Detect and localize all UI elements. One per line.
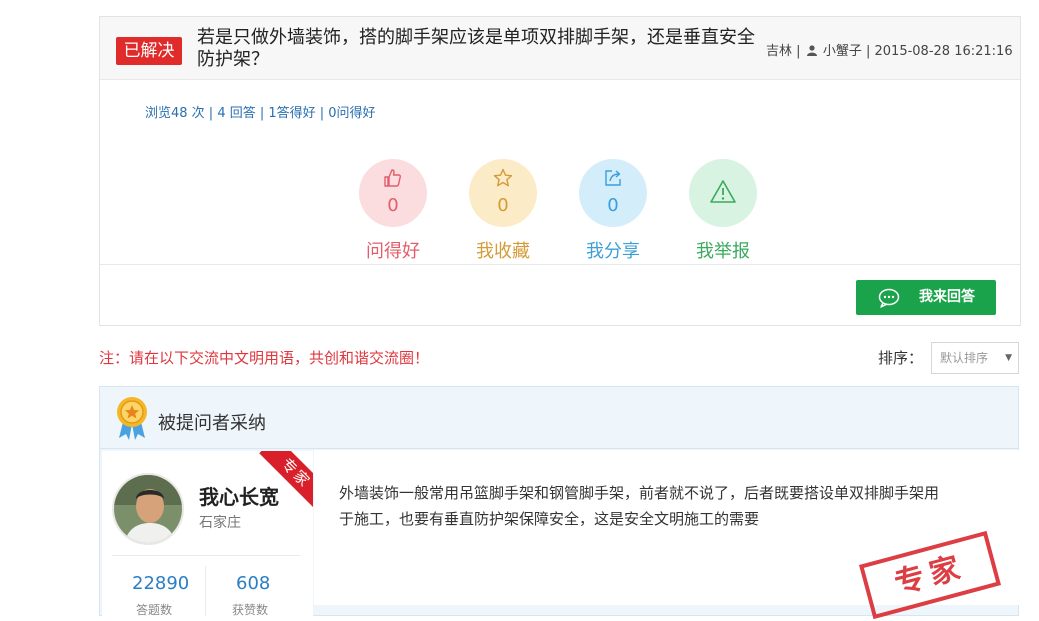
chevron-down-icon: ▼ [1005, 353, 1012, 363]
stat-divider [205, 566, 206, 616]
report-label[interactable]: 我举报 [678, 237, 768, 263]
asker-name[interactable]: 小蟹子 [823, 44, 862, 59]
question-datetime: 2015-08-28 16:21:16 [874, 44, 1013, 59]
sort-label: 排序： [878, 349, 924, 367]
like-action[interactable]: 0 问得好 [348, 159, 438, 269]
question-region[interactable]: 吉林 [766, 44, 792, 59]
question-card: 已解决 若是只做外墙装饰，搭的脚手架应该是单项双排脚手架，还是垂直安全防护架？ … [99, 16, 1021, 326]
like-count: 0 [387, 195, 399, 216]
answer-count: 22890 [132, 573, 190, 594]
answer-body: 外墙装饰一般常用吊篮脚手架和钢管脚手架，前者就不说了，后者既要搭设单双排脚手架用… [314, 450, 1024, 620]
sort-select[interactable]: 默认排序 ▼ [931, 342, 1019, 374]
share-icon [605, 170, 621, 186]
question-stats: 浏览48 次 | 4 回答 | 1答得好 | 0问得好 [145, 106, 376, 121]
card-divider [112, 555, 300, 556]
meta-separator: | [865, 44, 871, 59]
solved-badge: 已解决 [116, 37, 182, 65]
favorite-count: 0 [497, 195, 509, 216]
like-circle[interactable]: 0 [359, 159, 427, 227]
like-total: 608 [236, 573, 271, 594]
report-action[interactable]: 我举报 [678, 159, 768, 269]
thumbs-up-icon [384, 169, 401, 187]
civility-notice: 注：请在以下交流中文明用语，共创和谐交流圈！ [99, 349, 430, 367]
share-count: 0 [607, 195, 619, 216]
card-divider [100, 264, 1020, 265]
chat-bubble-icon [878, 288, 900, 308]
favorite-action[interactable]: 0 我收藏 [458, 159, 548, 269]
sort-selected-value: 默认排序 [940, 351, 989, 365]
meta-separator: | [796, 44, 801, 59]
expert-photo [114, 475, 182, 543]
like-label[interactable]: 问得好 [348, 237, 438, 263]
answer-text: 外墙装饰一般常用吊篮脚手架和钢管脚手架，前者就不说了，后者既要搭设单双排脚手架用… [339, 484, 940, 528]
medal-icon [117, 397, 147, 440]
answer-button[interactable]: 我来回答 [856, 280, 996, 315]
share-action[interactable]: 0 我分享 [568, 159, 658, 269]
star-icon [493, 168, 513, 187]
share-label[interactable]: 我分享 [568, 237, 658, 263]
favorite-label[interactable]: 我收藏 [458, 237, 548, 263]
like-total-label: 获赞数 [232, 603, 269, 617]
question-title: 若是只做外墙装饰，搭的脚手架应该是单项双排脚手架，还是垂直安全防护架？ [197, 27, 755, 70]
user-icon [806, 45, 817, 56]
adopted-title: 被提问者采纳 [158, 413, 266, 434]
report-circle[interactable] [689, 159, 757, 227]
question-header: 已解决 若是只做外墙装饰，搭的脚手架应该是单项双排脚手架，还是垂直安全防护架？ … [100, 17, 1020, 80]
adopted-header: 被提问者采纳 [100, 387, 1018, 449]
expert-card: 我心长宽 石家庄 专家 22890 608 答题数 获赞数 [102, 451, 313, 621]
expert-city: 石家庄 [199, 515, 241, 531]
answer-button-label: 我来回答 [919, 289, 975, 305]
question-meta: 吉林 | 小蟹子 | 2015-08-28 16:21:16 [766, 40, 1013, 59]
answer-count-label: 答题数 [136, 603, 173, 617]
expert-name[interactable]: 我心长宽 [199, 481, 279, 510]
share-circle[interactable]: 0 [579, 159, 647, 227]
favorite-circle[interactable]: 0 [469, 159, 537, 227]
avatar[interactable] [112, 473, 184, 545]
warning-icon [710, 180, 736, 203]
